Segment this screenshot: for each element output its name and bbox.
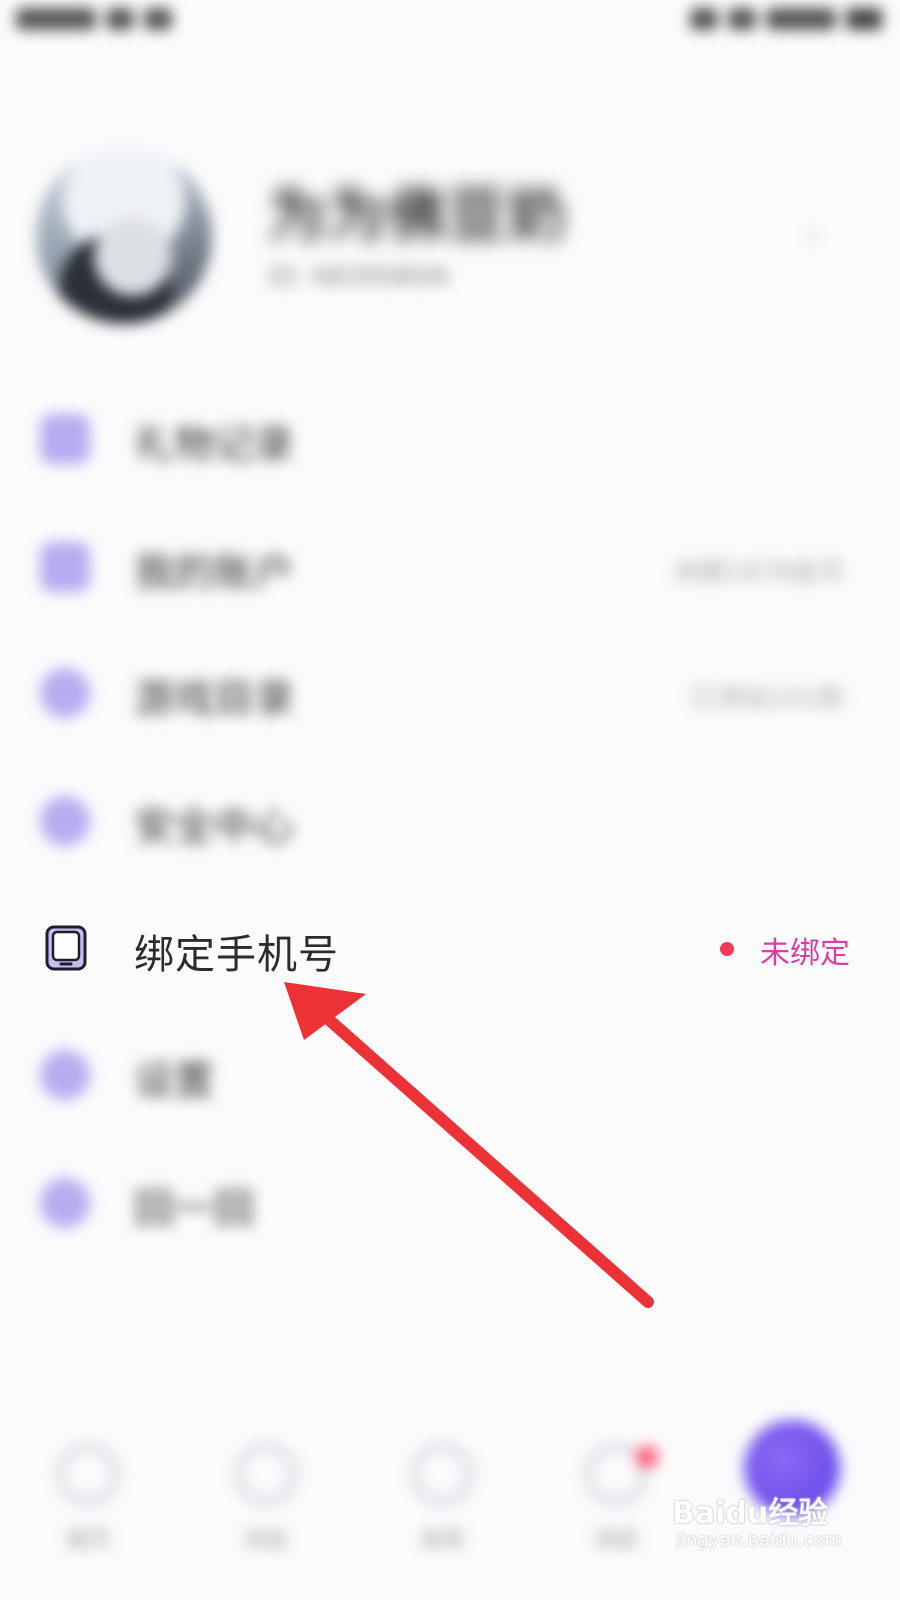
wifi-icon [728, 8, 756, 30]
tab-label: 消息 [593, 1528, 638, 1553]
status-dot [720, 942, 734, 956]
wallet-icon [40, 542, 90, 592]
gift-icon [40, 414, 90, 464]
settings-icon [40, 1050, 90, 1100]
notification-icon [106, 8, 134, 30]
avatar[interactable] [36, 148, 212, 324]
menu-item-gift-records[interactable]: 礼物记录 [0, 390, 900, 490]
watermark-url: jingyan.baidu.com [676, 1530, 843, 1551]
menu-item-label: 安全中心 [134, 804, 294, 850]
menu-item-bind-phone[interactable]: 绑定手机号 未绑定 [0, 900, 900, 1000]
watermark-logo: Baidu经验 [672, 1496, 829, 1531]
tab-home[interactable]: 首页 [28, 1410, 148, 1560]
status-time [16, 8, 96, 30]
tab-messages[interactable]: 消息 [556, 1410, 676, 1560]
home-icon [58, 1444, 118, 1504]
tab-label: 动态 [243, 1528, 288, 1553]
watermark: Baidu经验 jingyan.baidu.com [672, 1488, 872, 1568]
shield-icon [40, 796, 90, 846]
game-icon [40, 668, 90, 718]
profile-name: 为为佛豆奶 [268, 181, 569, 249]
status-bar [0, 0, 900, 48]
phone-icon [45, 925, 87, 971]
notification-icon [144, 8, 172, 30]
profile-id: ID: 6839SBSN [268, 262, 449, 292]
battery-icon [846, 8, 882, 30]
menu-item-value: 已添加101款 [690, 684, 844, 714]
menu-item-my-account[interactable]: 我的账户 余额1878金币 [0, 518, 900, 618]
network-speed [766, 8, 836, 30]
menu-item-value: 余额1878金币 [673, 558, 844, 588]
menu-item-label: 设置 [134, 1058, 214, 1104]
chevron-right-icon[interactable]: › [806, 214, 820, 255]
feed-icon [236, 1444, 296, 1504]
menu-item-label: 回一回 [134, 1186, 254, 1232]
notification-badge [636, 1446, 658, 1468]
tab-label: 发现 [419, 1528, 464, 1553]
discover-icon [412, 1444, 472, 1504]
tab-label: 首页 [65, 1528, 110, 1553]
menu-item-label: 游戏目录 [134, 676, 294, 722]
bind-phone-status: 未绑定 [760, 936, 850, 971]
menu-item-label: 礼物记录 [134, 422, 294, 468]
menu-item-game-list[interactable]: 游戏目录 已添加101款 [0, 644, 900, 744]
bind-phone-label: 绑定手机号 [134, 932, 339, 978]
menu-item-label: 我的账户 [134, 550, 294, 596]
menu-item-security-center[interactable]: 安全中心 [0, 772, 900, 872]
feedback-icon [40, 1178, 90, 1228]
menu-item-feedback[interactable]: 回一回 [0, 1154, 900, 1254]
menu-item-settings[interactable]: 设置 [0, 1026, 900, 1126]
tab-feed[interactable]: 动态 [206, 1410, 326, 1560]
tab-discover[interactable]: 发现 [382, 1410, 502, 1560]
signal-icon [690, 8, 718, 30]
